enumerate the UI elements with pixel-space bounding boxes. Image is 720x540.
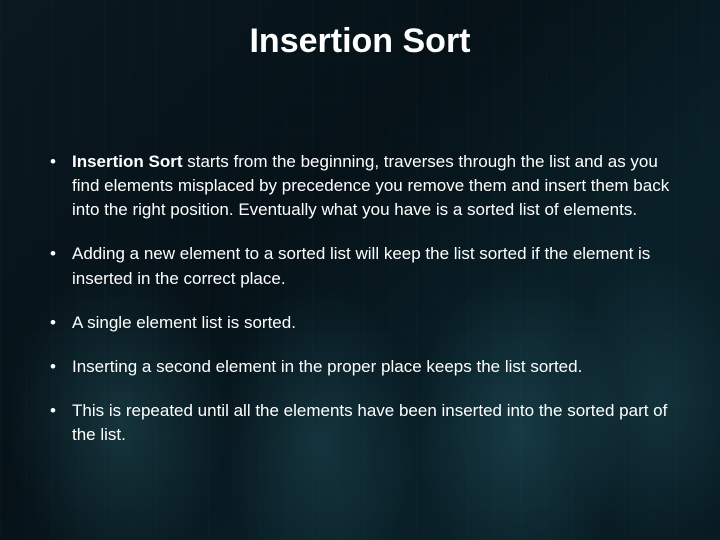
slide-body: Insertion Sort starts from the beginning…	[44, 150, 676, 467]
list-item: Adding a new element to a sorted list wi…	[44, 242, 676, 290]
bullet-text: A single element list is sorted.	[72, 313, 296, 332]
slide-title: Insertion Sort	[0, 22, 720, 61]
bullet-text: Adding a new element to a sorted list wi…	[72, 244, 650, 287]
list-item: Insertion Sort starts from the beginning…	[44, 150, 676, 222]
slide: Insertion Sort Insertion Sort starts fro…	[0, 0, 720, 540]
list-item: A single element list is sorted.	[44, 311, 676, 335]
bullet-text: Inserting a second element in the proper…	[72, 357, 582, 376]
list-item: This is repeated until all the elements …	[44, 399, 676, 447]
bullet-list: Insertion Sort starts from the beginning…	[44, 150, 676, 447]
bullet-lead: Insertion Sort	[72, 152, 183, 171]
list-item: Inserting a second element in the proper…	[44, 355, 676, 379]
bullet-text: This is repeated until all the elements …	[72, 401, 667, 444]
